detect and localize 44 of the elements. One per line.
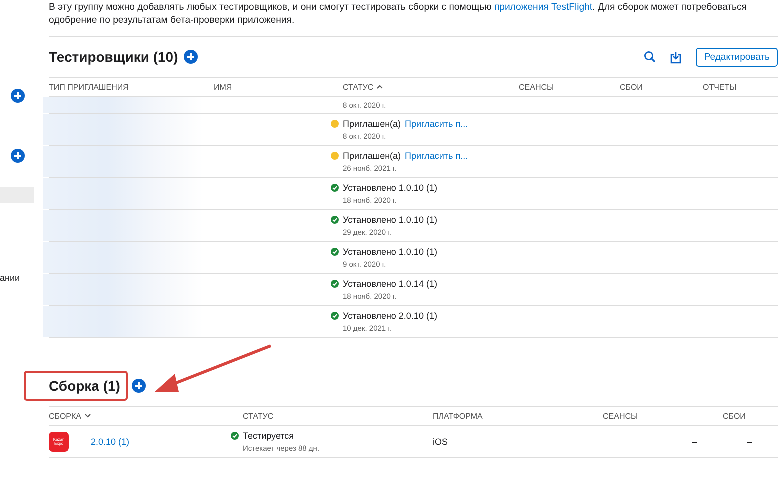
download-icon[interactable] (670, 50, 682, 64)
column-header[interactable]: СБОИ (620, 78, 703, 97)
status-text: Тестируется (243, 430, 294, 440)
column-header[interactable]: ПЛАТФОРМА (433, 407, 603, 426)
status-text: Приглашен(а) (343, 118, 402, 128)
platform-text: iOS (433, 436, 450, 446)
status-dot (331, 120, 339, 128)
check-icon (331, 280, 339, 288)
check-icon (231, 432, 239, 440)
add-icon[interactable] (184, 50, 198, 64)
column-header[interactable]: ИМЯ (214, 78, 343, 97)
add-icon[interactable] (11, 149, 25, 163)
column-header[interactable]: СТАТУС (243, 407, 433, 426)
status-text: Установлено 1.0.14 (1) (343, 278, 438, 288)
status-text: Установлено 2.0.10 (1) (343, 310, 438, 320)
section-title: Сборка (1) (49, 378, 120, 394)
add-icon[interactable] (11, 89, 25, 103)
sessions-value: – (690, 436, 698, 446)
status-text: Установлено 1.0.10 (1) (343, 246, 438, 256)
intro-text: В эту группу можно добавлять любых тестировщиков, и они смогут тестировать сборки с помощью приложения TestFlight. Для сборок может потребоваться одобрение по результатам бета-проверки приложения. (49, 1, 748, 27)
build-version-link[interactable]: 2.0.10 (1) (91, 436, 130, 446)
status-text: Установлено 1.0.10 (1) (343, 182, 438, 192)
column-header[interactable]: СЕАНСЫ (603, 407, 723, 426)
section-title: Тестировщики (10) (49, 49, 178, 65)
column-header[interactable]: СЕАНСЫ (519, 78, 620, 97)
check-icon (331, 248, 339, 256)
column-header[interactable]: ОТЧЕТЫ (703, 78, 778, 97)
column-header[interactable]: СБОРКА (49, 407, 243, 426)
column-header[interactable]: СБОИ (723, 407, 778, 426)
add-icon[interactable] (132, 379, 146, 393)
status-text: Установлено 1.0.10 (1) (343, 214, 438, 224)
sidebar-label[interactable]: ании (0, 273, 43, 283)
search-icon[interactable] (644, 51, 656, 63)
edit-button[interactable]: Редактировать (696, 48, 778, 66)
crashes-value: – (746, 436, 753, 446)
status-dot (331, 152, 339, 160)
invite-link[interactable]: Пригласить п... (405, 118, 468, 128)
column-header[interactable]: СТАТУС (343, 78, 519, 97)
testflight-link[interactable]: приложения TestFlight (494, 2, 593, 13)
check-icon (331, 184, 339, 192)
check-icon (331, 216, 339, 224)
invite-link[interactable]: Пригласить п... (405, 150, 468, 160)
check-icon (331, 312, 339, 320)
status-text: Приглашен(а) (343, 150, 402, 160)
